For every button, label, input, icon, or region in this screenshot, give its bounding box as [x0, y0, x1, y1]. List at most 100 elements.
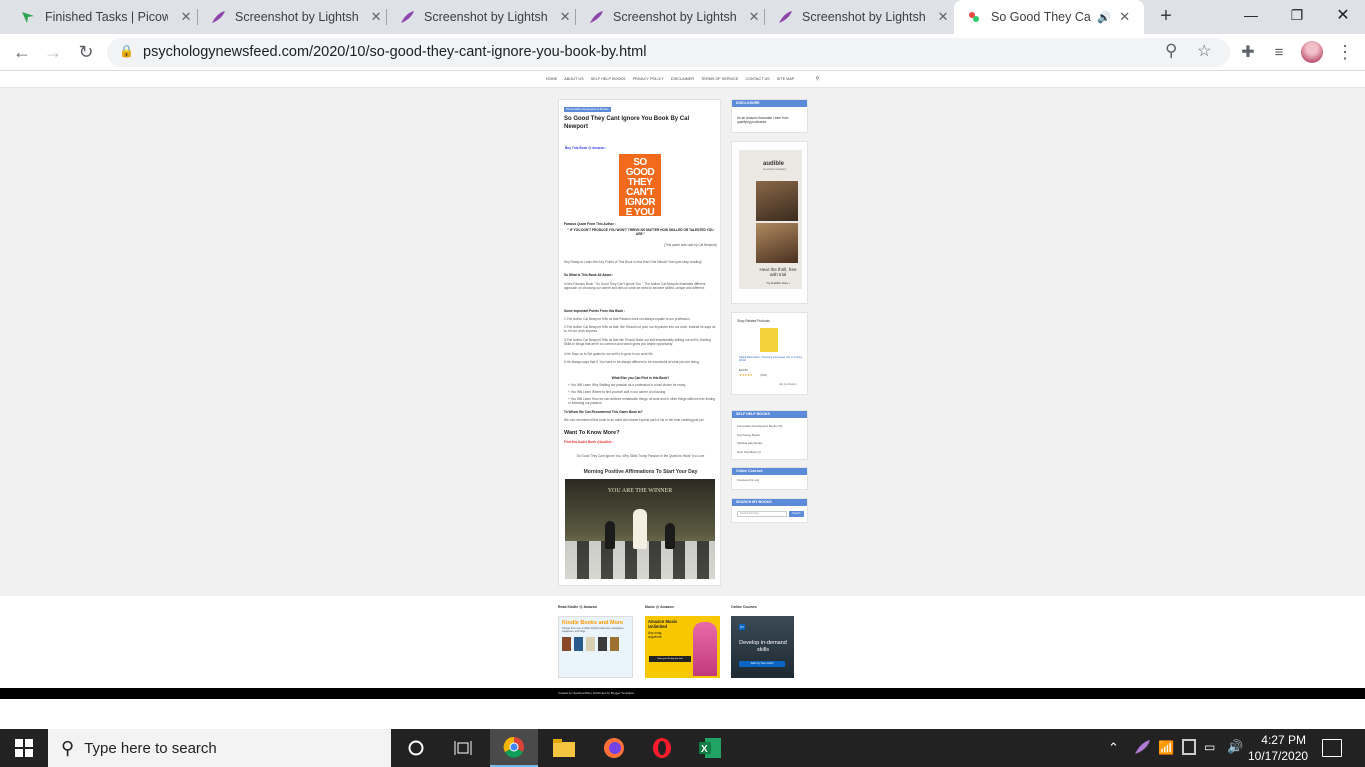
linkedin-learning-ad[interactable]: in Develop in-demand skills Start my fre… — [731, 616, 794, 678]
chrome-icon — [503, 736, 524, 758]
task-view-icon[interactable] — [440, 729, 486, 767]
new-tab-button[interactable]: + — [1154, 5, 1178, 29]
battery-icon[interactable]: ▭ — [1204, 740, 1215, 754]
security-tray-icon[interactable] — [1182, 739, 1196, 755]
site-nav: HOME ABOUT US SELF HELP BOOKS PRIVACY PO… — [0, 71, 1365, 88]
book-thumb — [598, 637, 607, 651]
audiobook-cover-image — [756, 181, 798, 221]
audiobook-cover-image — [756, 223, 798, 263]
audible-link[interactable]: Find this Audio Book @Audible : — [564, 440, 614, 444]
back-button[interactable]: ← — [10, 40, 34, 64]
site-favicon-icon — [966, 9, 982, 25]
nav-sitemap[interactable]: SITE MAP — [777, 77, 795, 81]
cortana-icon[interactable] — [393, 729, 439, 767]
want-more-heading: Want To Know More? — [564, 430, 620, 436]
nav-selfhelp[interactable]: SELF HELP BOOKS — [591, 77, 626, 81]
close-icon[interactable]: ✕ — [368, 9, 384, 25]
tab-finished-tasks[interactable]: Finished Tasks | Picowo ✕ — [8, 0, 194, 34]
lock-icon[interactable]: 🔒 — [119, 44, 134, 58]
url-text[interactable]: psychologynewsfeed.com/2020/10/so-good-t… — [143, 44, 646, 60]
shop-widget: Shop Related Products Digital Minimalism… — [731, 312, 808, 395]
lightshot-feather-icon — [210, 9, 226, 25]
desktop-gap — [0, 699, 1365, 729]
wifi-icon[interactable]: 📶 — [1158, 740, 1174, 756]
kindle-ad[interactable]: Kindle Books and More Choose from over 1… — [558, 616, 633, 678]
start-button[interactable] — [0, 729, 48, 767]
search-icon[interactable]: ⚲ — [815, 76, 819, 82]
windows-logo-icon — [15, 739, 33, 757]
video-title[interactable]: Morning Positive Affirmations To Start Y… — [564, 469, 717, 475]
post-card: Personality Development Books So Good Th… — [558, 99, 721, 586]
book-thumb — [586, 637, 595, 651]
lightshot-tray-icon[interactable] — [1133, 738, 1151, 761]
tab-lightshot-1[interactable]: Screenshot by Lightshot ✕ — [198, 0, 384, 34]
close-icon[interactable]: ✕ — [935, 9, 951, 25]
close-icon[interactable]: ✕ — [178, 9, 194, 25]
chrome-taskbar-button[interactable] — [490, 729, 538, 767]
category-label[interactable]: Personality Development Books — [564, 107, 611, 112]
chess-piece-black — [665, 523, 675, 549]
lightshot-feather-icon — [777, 9, 793, 25]
tab-strip: Finished Tasks | Picowo ✕ Screenshot by … — [0, 0, 1365, 34]
audible-ad[interactable]: audible an amazon company Hear the thril… — [739, 150, 802, 289]
picoworkers-arrow-icon — [20, 9, 36, 25]
music-unlimited-ad[interactable]: Amazon Music Unlimited Any song, anywher… — [645, 616, 720, 678]
product-image[interactable] — [760, 328, 778, 352]
book-cover-image[interactable]: SO GOOD THEY CAN'T IGNORE YOU CAL NEWPOR… — [619, 154, 661, 224]
book-thumb — [574, 637, 583, 651]
forward-button[interactable]: → — [41, 40, 65, 64]
blog-search-button[interactable]: Search — [789, 511, 804, 517]
maximize-button[interactable]: ❐ — [1274, 0, 1320, 30]
close-icon[interactable]: ✕ — [1117, 9, 1133, 25]
close-window-button[interactable]: ✕ — [1320, 0, 1365, 30]
profile-avatar[interactable] — [1301, 41, 1323, 63]
media-queue-icon[interactable]: ≡ — [1267, 40, 1291, 64]
tab-lightshot-3[interactable]: Screenshot by Lightshot ✕ — [576, 0, 762, 34]
video-embed[interactable]: YOU ARE THE WINNER — [565, 479, 715, 579]
close-icon[interactable]: ✕ — [746, 9, 762, 25]
windows-taskbar: ⚲ Type here to search X ⌃ 📶 ▭ 🔊 4:27 PM … — [0, 729, 1365, 767]
audible-ad-widget: audible an amazon company Hear the thril… — [731, 141, 808, 304]
reload-button[interactable]: ↻ — [74, 40, 98, 64]
site-footer: Read Kindle @ Amazon Kindle Books and Mo… — [0, 596, 1365, 688]
music-ad-person-image — [693, 622, 717, 676]
speaker-icon[interactable]: 🔊 — [1097, 11, 1111, 24]
nav-privacy[interactable]: PRIVACY POLICY — [633, 77, 664, 81]
minimize-button[interactable]: — — [1228, 0, 1274, 30]
notifications-icon[interactable] — [1322, 739, 1342, 757]
nav-disclaimer[interactable]: DISCLAIMER — [671, 77, 694, 81]
tab-so-good-active[interactable]: So Good They Cant 🔊 ✕ — [954, 0, 1144, 34]
browser-menu-icon[interactable]: ⋮ — [1333, 40, 1357, 64]
address-bar[interactable]: 🔒 psychologynewsfeed.com/2020/10/so-good… — [107, 38, 1230, 67]
buy-link[interactable]: Buy This Book @ Amazon : — [565, 146, 606, 150]
nav-home[interactable]: HOME — [546, 77, 557, 81]
nav-terms[interactable]: TERMS OF SERVICE — [701, 77, 738, 81]
extensions-puzzle-icon[interactable]: ✚ — [1236, 40, 1260, 64]
firefox-icon[interactable] — [590, 729, 638, 767]
nav-contact[interactable]: CONTACT US — [745, 77, 769, 81]
star-rating: ★★★★★ — [739, 373, 753, 377]
blog-search-input[interactable]: Search this blog — [737, 511, 787, 517]
tab-lightshot-2[interactable]: Screenshot by Lightshot ✕ — [387, 0, 573, 34]
tab-lightshot-4[interactable]: Screenshot by Lightshot ✕ — [765, 0, 951, 34]
file-explorer-icon[interactable] — [540, 729, 588, 767]
disclosure-widget: DISCLOSURE As an Amazon Associate I earn… — [731, 99, 808, 133]
close-icon[interactable]: ✕ — [557, 9, 573, 25]
chess-king-white — [633, 509, 647, 549]
online-courses-widget: Online Courses Coursera (for out) — [731, 467, 808, 490]
show-hidden-icons[interactable]: ⌃ — [1108, 740, 1119, 756]
chess-piece-black — [605, 521, 615, 549]
zoom-icon[interactable]: ⚲ — [1165, 41, 1177, 61]
bookmark-star-icon[interactable]: ☆ — [1197, 41, 1211, 61]
selfhelp-widget: SELF HELP BOOKS Personality Development … — [731, 410, 808, 460]
footer-credit-bar: Created by NewsFeedSite | Distributed by… — [0, 688, 1365, 699]
svg-text:X: X — [701, 744, 708, 755]
opera-icon[interactable] — [638, 729, 686, 767]
taskbar-search-box[interactable]: ⚲ Type here to search — [48, 729, 391, 767]
browser-toolbar: ← → ↻ 🔒 psychologynewsfeed.com/2020/10/s… — [0, 34, 1365, 71]
excel-icon[interactable]: X — [686, 729, 734, 767]
clock[interactable]: 4:27 PM 10/17/2020 — [1248, 732, 1308, 764]
lightshot-feather-icon — [588, 9, 604, 25]
volume-icon[interactable]: 🔊 — [1227, 739, 1243, 755]
nav-about[interactable]: ABOUT US — [564, 77, 583, 81]
